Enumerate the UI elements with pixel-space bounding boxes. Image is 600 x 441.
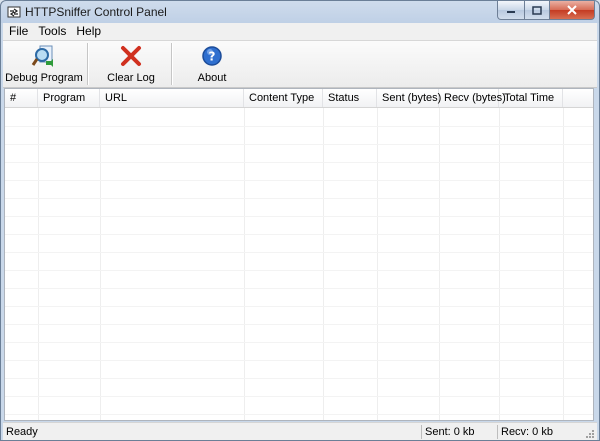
menu-tools[interactable]: Tools <box>33 23 71 40</box>
row-line <box>5 360 593 361</box>
column-header-recv[interactable]: Recv (bytes) <box>439 89 506 107</box>
close-button[interactable] <box>550 1 595 20</box>
row-line <box>5 252 593 253</box>
debug-program-label: Debug Program <box>5 72 83 84</box>
column-header-program[interactable]: Program <box>38 89 100 107</box>
title-bar[interactable]: HTTPSniffer Control Panel <box>1 1 599 23</box>
row-line <box>5 234 593 235</box>
clear-log-label: Clear Log <box>107 72 155 84</box>
clear-log-button[interactable]: Clear Log <box>99 43 163 85</box>
debug-program-icon <box>31 45 53 67</box>
column-header-content-type[interactable]: Content Type <box>244 89 323 107</box>
window-controls <box>497 1 595 20</box>
status-bar: Ready Sent: 0 kb Recv: 0 kb <box>3 422 597 440</box>
list-grid <box>5 108 593 420</box>
column-header-status[interactable]: Status <box>323 89 377 107</box>
minimize-button[interactable] <box>497 1 525 20</box>
status-text: Ready <box>6 426 38 438</box>
toolbar-separator <box>87 43 89 85</box>
row-line <box>5 162 593 163</box>
row-line <box>5 270 593 271</box>
window-title: HTTPSniffer Control Panel <box>25 5 167 19</box>
row-line <box>5 288 593 289</box>
column-header-url[interactable]: URL <box>100 89 244 107</box>
row-line <box>5 126 593 127</box>
about-label: About <box>197 72 227 84</box>
request-log-list[interactable]: # Program URL Content Type Status Sent (… <box>4 88 594 421</box>
list-header: # Program URL Content Type Status Sent (… <box>5 89 593 108</box>
menu-file[interactable]: File <box>3 23 33 40</box>
menu-help[interactable]: Help <box>71 23 106 40</box>
row-line <box>5 198 593 199</box>
debug-program-button[interactable]: Debug Program <box>5 43 83 85</box>
row-line <box>5 324 593 325</box>
clear-log-icon <box>121 46 141 66</box>
status-separator <box>497 425 498 439</box>
maximize-icon <box>532 5 542 15</box>
app-window: HTTPSniffer Control Panel File Tools Hel… <box>0 0 600 441</box>
grid-line <box>499 108 500 420</box>
status-separator <box>421 425 422 439</box>
row-line <box>5 306 593 307</box>
status-recv: Recv: 0 kb <box>501 426 553 438</box>
close-icon <box>567 5 577 15</box>
toolbar: Debug Program Clear Log ? About <box>3 41 597 88</box>
app-icon <box>7 6 21 18</box>
svg-text:?: ? <box>209 50 216 64</box>
menu-bar: File Tools Help <box>3 23 597 41</box>
column-header-number[interactable]: # <box>5 89 38 107</box>
grid-line <box>323 108 324 420</box>
toolbar-separator <box>171 43 173 85</box>
column-header-total-time[interactable]: Total Time <box>499 89 563 107</box>
resize-grip-icon[interactable] <box>585 429 595 439</box>
column-header-sent[interactable]: Sent (bytes) <box>377 89 441 107</box>
minimize-icon <box>507 11 515 13</box>
row-line <box>5 396 593 397</box>
row-line <box>5 216 593 217</box>
status-sent: Sent: 0 kb <box>425 426 475 438</box>
row-line <box>5 378 593 379</box>
grid-line <box>563 108 564 420</box>
row-line <box>5 342 593 343</box>
row-line <box>5 144 593 145</box>
grid-line <box>377 108 378 420</box>
row-line <box>5 414 593 415</box>
grid-line <box>244 108 245 420</box>
maximize-button[interactable] <box>525 1 550 20</box>
grid-line <box>38 108 39 420</box>
grid-line <box>439 108 440 420</box>
row-line <box>5 180 593 181</box>
about-icon: ? <box>202 46 222 66</box>
about-button[interactable]: ? About <box>187 43 237 85</box>
grid-line <box>100 108 101 420</box>
